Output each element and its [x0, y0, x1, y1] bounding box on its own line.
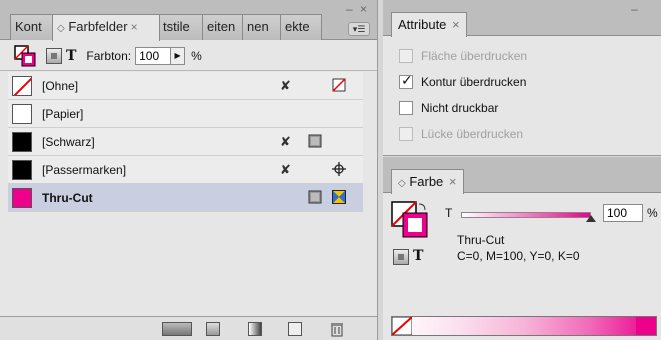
tab-ebenen[interactable]: nen	[242, 14, 282, 40]
swatch-row-passermarken[interactable]: [Passermarken] ✘	[8, 156, 363, 184]
swatch-chip	[12, 131, 32, 152]
swatch-chip	[12, 159, 32, 180]
check-icon: ✓	[401, 72, 413, 88]
farbton-input[interactable]	[135, 46, 172, 65]
collapse-icon[interactable]: –	[631, 2, 640, 16]
option-label: Fläche überdrucken	[421, 49, 528, 63]
fill-stroke-icon[interactable]	[14, 44, 38, 67]
close-icon[interactable]: ×	[449, 174, 457, 189]
swatch-label: [Papier]	[42, 106, 84, 121]
attribute-tab-bar: Attribute × –	[383, 0, 661, 37]
option-label: Kontur überdrucken	[421, 75, 527, 89]
swatch-row-papier[interactable]: [Papier]	[8, 100, 363, 128]
tab-label: ekte	[285, 19, 310, 34]
spot-color-icon	[332, 190, 346, 204]
tab-label: Farbfelder	[68, 19, 128, 34]
tab-label: eiten	[207, 19, 236, 34]
not-editable-icon: ✘	[280, 78, 291, 93]
swatch-label: [Schwarz]	[42, 134, 95, 149]
swatch-toolbar: T Farbton: ▶ %	[0, 41, 377, 71]
swatch-row-ohne[interactable]: [Ohne] ✘	[8, 72, 363, 100]
tab-farbfelder[interactable]: ◇ Farbfelder ×	[52, 14, 160, 41]
option-kontur-ueberdrucken[interactable]: ✓ Kontur überdrucken	[399, 72, 526, 92]
tint-ramp[interactable]	[391, 316, 657, 336]
tab-konturen[interactable]: Kont	[10, 14, 54, 40]
tab-label: tstile	[163, 19, 190, 34]
new-swatch-icon[interactable]	[288, 322, 302, 336]
close-icon[interactable]: ×	[452, 17, 460, 32]
tab-farbe[interactable]: ◇ Farbe ×	[391, 169, 464, 194]
swatch-chip	[12, 75, 32, 96]
swatch-label: Thru-Cut	[42, 190, 93, 205]
formatting-text-icon[interactable]: T	[66, 48, 76, 64]
tint-label: T	[445, 206, 453, 220]
swatches-bottom-bar	[0, 316, 377, 340]
swatches-panel: Kont ◇ Farbfelder × tstile eiten nen ekte…	[0, 0, 378, 340]
tab-attribute[interactable]: Attribute ×	[391, 12, 467, 37]
color-values: C=0, M=100, Y=0, K=0	[457, 249, 580, 263]
checkbox-checked[interactable]: ✓	[399, 72, 413, 89]
tab-label: Farbe	[409, 174, 444, 189]
option-luecke-ueberdrucken[interactable]: Lücke überdrucken	[399, 124, 523, 144]
process-color-icon	[308, 134, 322, 148]
checkbox[interactable]	[399, 101, 413, 115]
attribute-panel: Attribute × – Fläche überdrucken ✓ Kontu…	[383, 0, 661, 156]
full-tint-swatch[interactable]	[636, 317, 656, 335]
swatch-row-schwarz[interactable]: [Schwarz] ✘	[8, 128, 363, 156]
none-color-icon	[332, 78, 346, 92]
tab-label: nen	[247, 19, 269, 34]
trash-icon[interactable]	[330, 321, 344, 337]
process-color-icon	[308, 190, 322, 204]
tab-label: Kont	[15, 19, 42, 34]
not-editable-icon: ✘	[280, 134, 291, 149]
not-editable-icon: ✘	[280, 162, 291, 177]
farbton-label: Farbton:	[86, 48, 132, 63]
color-name: Thru-Cut	[457, 233, 505, 247]
collapse-close-icon[interactable]: – ×	[346, 2, 369, 16]
formatting-container-icon[interactable]	[393, 249, 409, 265]
checkbox[interactable]	[399, 49, 413, 63]
show-gradient-swatches-icon[interactable]	[248, 322, 262, 336]
show-all-swatches-icon[interactable]	[162, 322, 192, 336]
swatch-list: [Ohne] ✘ [Papier] [Schwarz] ✘ [Passermar…	[8, 72, 363, 212]
swatch-chip	[12, 103, 32, 124]
tab-grip-icon: ◇	[398, 178, 406, 189]
color-tab-bar: ◇ Farbe ×	[383, 157, 661, 194]
formatting-text-icon[interactable]: T	[413, 248, 423, 264]
swatch-chip	[12, 187, 32, 208]
panel-menu-icon[interactable]: ▾☰	[348, 22, 370, 36]
tint-slider-track[interactable]	[461, 212, 591, 218]
option-flaeche-ueberdrucken[interactable]: Fläche überdrucken	[399, 46, 527, 66]
option-nicht-druckbar[interactable]: Nicht druckbar	[399, 98, 498, 118]
none-color-icon[interactable]	[392, 317, 412, 335]
percent-label: %	[191, 48, 202, 63]
tab-grip-icon: ◇	[57, 23, 65, 34]
tab-seiten[interactable]: eiten	[202, 14, 244, 40]
tint-value-input[interactable]	[603, 204, 643, 222]
swatch-label: [Passermarken]	[42, 162, 127, 177]
swatch-label: [Ohne]	[42, 78, 79, 93]
farbton-arrow-icon[interactable]: ▶	[171, 46, 186, 65]
show-color-swatches-icon[interactable]	[206, 322, 220, 336]
tint-slider-thumb[interactable]	[586, 215, 596, 222]
registration-icon	[332, 162, 346, 176]
color-panel: ◇ Farbe × T T % Thru-Cut C=0, M=100, Y=0…	[383, 157, 661, 340]
swatch-row-thru-cut[interactable]: Thru-Cut	[8, 184, 363, 212]
tab-label: Attribute	[398, 17, 447, 32]
option-label: Nicht druckbar	[421, 101, 499, 115]
tab-textstile[interactable]: tstile	[158, 14, 204, 40]
fill-stroke-icon[interactable]	[391, 201, 431, 241]
percent-label: %	[647, 206, 658, 220]
close-icon[interactable]: ×	[131, 20, 138, 34]
formatting-container-icon[interactable]	[46, 47, 62, 64]
tab-effekte[interactable]: ekte	[280, 14, 322, 40]
swatches-tab-bar: Kont ◇ Farbfelder × tstile eiten nen ekte…	[0, 0, 377, 41]
option-label: Lücke überdrucken	[421, 127, 524, 141]
checkbox[interactable]	[399, 127, 413, 141]
